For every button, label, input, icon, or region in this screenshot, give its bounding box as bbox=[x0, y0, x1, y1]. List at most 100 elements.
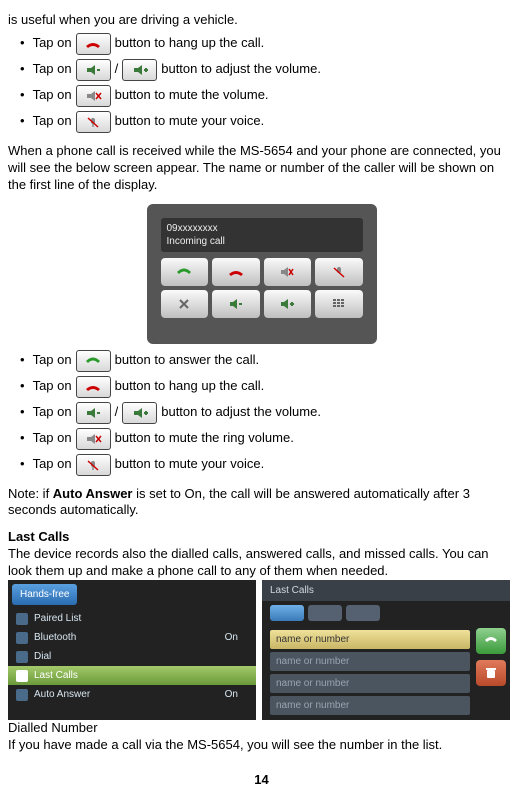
tap-label: Tap on bbox=[33, 87, 72, 104]
autoanswer-on: On bbox=[225, 688, 248, 701]
tap-label: Tap on bbox=[33, 404, 72, 421]
tap-label: Tap on bbox=[33, 113, 72, 130]
bullet-hangup-2: • Tap on button to hang up the call. bbox=[8, 376, 515, 398]
lc-tab-received[interactable] bbox=[308, 605, 342, 621]
menu-bluetooth-label: Bluetooth bbox=[34, 631, 76, 644]
menu-lastcalls-label: Last Calls bbox=[34, 669, 78, 682]
bullet-mute-vol: • Tap on button to mute the volume. bbox=[8, 85, 515, 107]
bullet-dot: • bbox=[20, 404, 25, 421]
paired-icon bbox=[16, 613, 28, 625]
vol-up-icon bbox=[122, 402, 157, 424]
bullet-dot: • bbox=[20, 113, 25, 130]
vol-down-icon bbox=[76, 59, 111, 81]
btn-mute-mic[interactable] bbox=[315, 258, 363, 286]
mute-ring-icon bbox=[76, 428, 111, 450]
menu-dial[interactable]: Dial bbox=[8, 647, 256, 666]
menu-paired-label: Paired List bbox=[34, 612, 81, 625]
lc-tab-dialled[interactable] bbox=[270, 605, 304, 621]
bullet-hangup: • Tap on button to hang up the call. bbox=[8, 33, 515, 55]
btn-answer[interactable] bbox=[161, 258, 209, 286]
lastcalls-icon bbox=[16, 670, 28, 682]
lc-tabs bbox=[262, 601, 510, 625]
tap-label: Tap on bbox=[33, 456, 72, 473]
answer-icon bbox=[76, 350, 111, 372]
note-para: Note: if Auto Answer is set to On, the c… bbox=[8, 486, 515, 520]
hangup-text: button to hang up the call. bbox=[115, 378, 265, 395]
menu-lastcalls[interactable]: Last Calls bbox=[8, 666, 256, 685]
lastcalls-heading-text: Last Calls bbox=[8, 529, 69, 544]
bullet-volume-2: • Tap on / button to adjust the volume. bbox=[8, 402, 515, 424]
menu-autoanswer[interactable]: Auto Answer On bbox=[8, 685, 256, 704]
lc-item[interactable]: name or number bbox=[270, 652, 470, 671]
bullet-dot: • bbox=[20, 35, 25, 52]
incoming-para: When a phone call is received while the … bbox=[8, 143, 515, 194]
btn-vol-down[interactable] bbox=[212, 290, 260, 318]
incoming-number: 09xxxxxxxx bbox=[167, 222, 357, 235]
tap-label: Tap on bbox=[33, 35, 72, 52]
btn-close[interactable] bbox=[161, 290, 209, 318]
mute-vol-text: button to mute the volume. bbox=[115, 87, 269, 104]
vol-up-icon bbox=[122, 59, 157, 81]
lastcalls-heading: Last Calls bbox=[8, 529, 515, 546]
bullet-answer: • Tap on button to answer the call. bbox=[8, 350, 515, 372]
menu-paired[interactable]: Paired List bbox=[8, 609, 256, 628]
slash-text: / bbox=[115, 61, 119, 78]
mute-voice-text: button to mute your voice. bbox=[115, 456, 265, 473]
tap-label: Tap on bbox=[33, 61, 72, 78]
bullet-dot: • bbox=[20, 87, 25, 104]
lc-item[interactable]: name or number bbox=[270, 674, 470, 693]
bullet-volume: • Tap on / button to adjust the volume. bbox=[8, 59, 515, 81]
incoming-banner: 09xxxxxxxx Incoming call bbox=[161, 218, 363, 252]
slash-text: / bbox=[115, 404, 119, 421]
lc-delete-button[interactable] bbox=[476, 660, 506, 686]
incoming-label: Incoming call bbox=[167, 235, 357, 248]
lc-item[interactable]: name or number bbox=[270, 696, 470, 715]
lc-call-button[interactable] bbox=[476, 628, 506, 654]
mute-volume-icon bbox=[76, 85, 111, 107]
menu-dial-label: Dial bbox=[34, 650, 51, 663]
lc-item-selected[interactable]: name or number bbox=[270, 630, 470, 649]
note-prefix: Note: if bbox=[8, 486, 53, 501]
btn-mute-ring[interactable] bbox=[264, 258, 312, 286]
incoming-call-screenshot: 09xxxxxxxx Incoming call bbox=[147, 204, 377, 344]
btn-keypad[interactable] bbox=[315, 290, 363, 318]
mute-voice-icon bbox=[76, 111, 111, 133]
note-bold: Auto Answer bbox=[53, 486, 133, 501]
incoming-button-grid bbox=[147, 258, 377, 326]
lastcalls-para: The device records also the dialled call… bbox=[8, 546, 515, 580]
tap-label: Tap on bbox=[33, 352, 72, 369]
lc-side-buttons bbox=[476, 628, 506, 686]
menu-screenshot: Hands-free Paired List BluetoothOn Dial … bbox=[8, 580, 256, 720]
screenshot-pair: Hands-free Paired List BluetoothOn Dial … bbox=[8, 580, 515, 720]
lastcalls-screenshot: Last Calls name or number name or number… bbox=[262, 580, 510, 720]
dialled-heading: Dialled Number bbox=[8, 720, 515, 737]
bullet-mute-voice-2: • Tap on button to mute your voice. bbox=[8, 454, 515, 476]
btn-vol-up[interactable] bbox=[264, 290, 312, 318]
hangup-icon bbox=[76, 33, 111, 55]
bullet-dot: • bbox=[20, 61, 25, 78]
menu-autoanswer-label: Auto Answer bbox=[34, 688, 90, 701]
lc-tab-missed[interactable] bbox=[346, 605, 380, 621]
bullet-dot: • bbox=[20, 352, 25, 369]
vol-down-icon bbox=[76, 402, 111, 424]
btn-reject[interactable] bbox=[212, 258, 260, 286]
bullet-mute-ring: • Tap on button to mute the ring volume. bbox=[8, 428, 515, 450]
lc-title: Last Calls bbox=[262, 580, 510, 601]
page-number: 14 bbox=[8, 772, 515, 789]
mute-ring-text: button to mute the ring volume. bbox=[115, 430, 294, 447]
menu-handsfree[interactable]: Hands-free bbox=[12, 584, 77, 605]
intro-text: is useful when you are driving a vehicle… bbox=[8, 12, 515, 29]
tap-label: Tap on bbox=[33, 378, 72, 395]
bullet-mute-voice: • Tap on button to mute your voice. bbox=[8, 111, 515, 133]
volume-text: button to adjust the volume. bbox=[161, 61, 321, 78]
bluetooth-on: On bbox=[225, 631, 248, 644]
bullet-dot: • bbox=[20, 378, 25, 395]
answer-text: button to answer the call. bbox=[115, 352, 260, 369]
dial-icon bbox=[16, 651, 28, 663]
menu-bluetooth[interactable]: Bluetooth On bbox=[8, 628, 256, 647]
lc-list: name or number name or number name or nu… bbox=[262, 625, 510, 720]
autoanswer-icon bbox=[16, 689, 28, 701]
mute-voice-text: button to mute your voice. bbox=[115, 113, 265, 130]
hangup-text: button to hang up the call. bbox=[115, 35, 265, 52]
bullet-dot: • bbox=[20, 456, 25, 473]
